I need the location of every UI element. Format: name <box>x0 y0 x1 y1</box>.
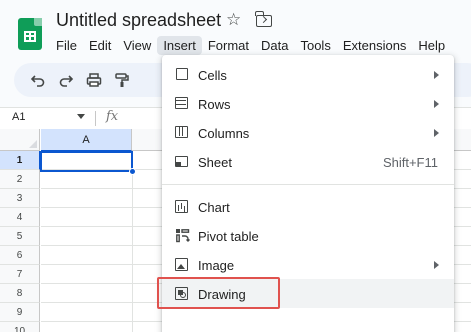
selected-cell-a1[interactable] <box>40 151 133 172</box>
star-icon[interactable]: ☆ <box>226 11 241 28</box>
row-header[interactable]: 2 <box>0 170 40 189</box>
fill-handle[interactable] <box>129 168 136 175</box>
menu-item-label: Image <box>198 258 235 273</box>
paint-format-icon[interactable] <box>114 72 130 88</box>
row-header[interactable]: 10 <box>0 322 40 332</box>
move-folder-icon[interactable] <box>255 11 272 27</box>
pivot-table-icon <box>176 229 190 243</box>
menu-edit[interactable]: Edit <box>83 36 117 55</box>
columns-icon <box>175 126 188 138</box>
submenu-arrow-icon <box>434 261 439 269</box>
menu-item-label: Rows <box>198 97 231 112</box>
submenu-arrow-icon <box>434 71 439 79</box>
sheets-logo-icon[interactable] <box>18 18 42 50</box>
insert-menu-cells[interactable]: Cells <box>162 60 454 89</box>
insert-menu-pivot-table[interactable]: Pivot table <box>162 221 454 250</box>
menu-tools[interactable]: Tools <box>294 36 336 55</box>
menubar: File Edit View Insert Format Data Tools … <box>50 35 451 55</box>
document-title[interactable]: Untitled spreadsheet <box>56 10 221 31</box>
menu-help[interactable]: Help <box>412 36 451 55</box>
insert-menu-chart[interactable]: Chart <box>162 192 454 221</box>
row-header[interactable]: 4 <box>0 208 40 227</box>
column-header-a[interactable]: A <box>41 129 132 151</box>
name-box[interactable]: A1 <box>12 111 25 123</box>
insert-menu-rows[interactable]: Rows <box>162 89 454 118</box>
menu-item-label: Sheet <box>198 155 232 170</box>
column-divider <box>132 151 133 332</box>
menu-item-label: Cells <box>198 68 227 83</box>
insert-menu-image[interactable]: Image <box>162 250 454 279</box>
row-header[interactable]: 8 <box>0 284 40 303</box>
menu-insert[interactable]: Insert <box>157 35 202 55</box>
chart-icon <box>175 200 188 213</box>
menu-item-label: Chart <box>198 200 230 215</box>
sheet-icon <box>175 156 188 167</box>
menu-item-label: Pivot table <box>198 229 259 244</box>
menu-file[interactable]: File <box>50 36 83 55</box>
row-header[interactable]: 6 <box>0 246 40 265</box>
menu-view[interactable]: View <box>117 36 157 55</box>
row-header[interactable]: 7 <box>0 265 40 284</box>
drawing-highlight-annotation <box>157 277 280 309</box>
redo-icon[interactable] <box>58 72 74 88</box>
print-icon[interactable] <box>86 72 102 88</box>
fx-icon: fx <box>106 109 119 124</box>
insert-menu-sheet[interactable]: Sheet Shift+F11 <box>162 147 454 176</box>
rows-icon <box>175 97 188 109</box>
menu-item-label: Columns <box>198 126 250 141</box>
menu-separator <box>162 184 454 185</box>
keyboard-shortcut: Shift+F11 <box>382 155 438 170</box>
row-header[interactable]: 1 <box>0 151 40 170</box>
menu-extensions[interactable]: Extensions <box>337 36 413 55</box>
image-icon <box>175 258 188 271</box>
submenu-arrow-icon <box>434 129 439 137</box>
cells-icon <box>176 68 188 80</box>
submenu-arrow-icon <box>434 100 439 108</box>
row-header[interactable]: 3 <box>0 189 40 208</box>
menu-data[interactable]: Data <box>255 36 294 55</box>
divider <box>95 111 96 126</box>
menu-format[interactable]: Format <box>202 36 255 55</box>
row-header[interactable]: 5 <box>0 227 40 246</box>
name-box-dropdown-icon[interactable] <box>77 114 85 119</box>
row-header[interactable]: 9 <box>0 303 40 322</box>
insert-menu-columns[interactable]: Columns <box>162 118 454 147</box>
select-all-corner[interactable] <box>0 129 40 151</box>
undo-icon[interactable] <box>30 72 46 88</box>
